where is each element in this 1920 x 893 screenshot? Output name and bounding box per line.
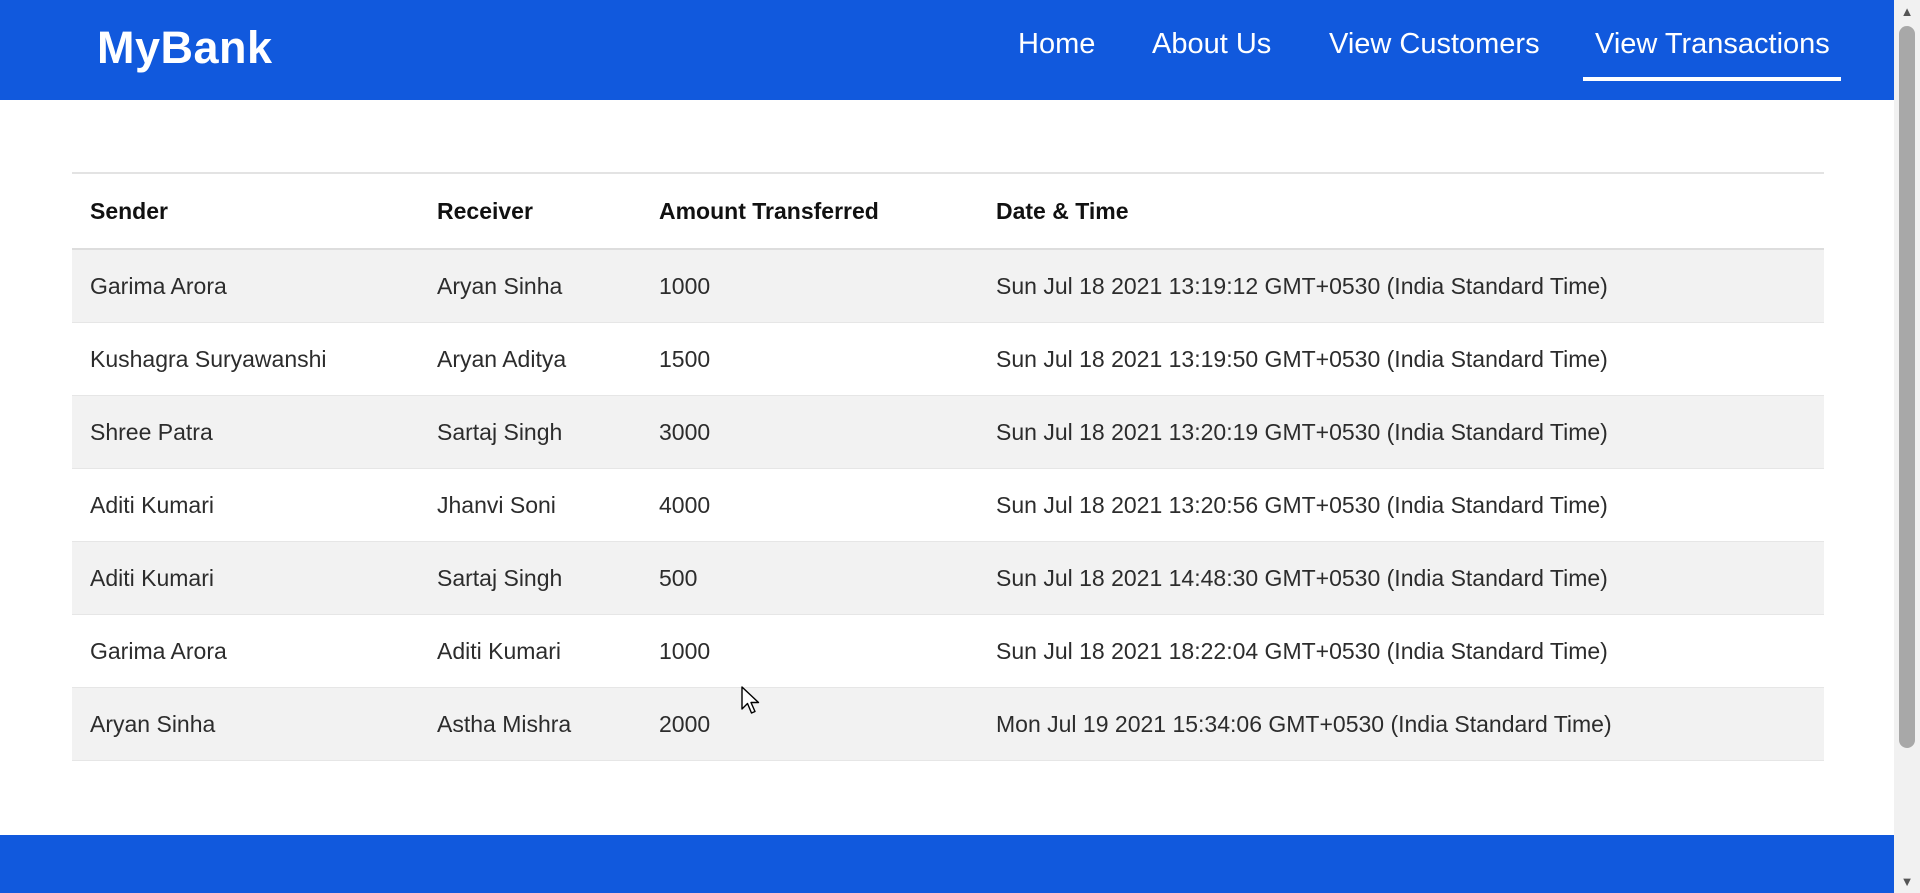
cell-receiver: Sartaj Singh (419, 395, 641, 469)
cell-receiver: Aditi Kumari (419, 614, 641, 688)
cell-amount: 3000 (641, 395, 978, 469)
table-row: Kushagra Suryawanshi Aryan Aditya 1500 Sun … (72, 322, 1824, 396)
nav-about-us[interactable]: About Us (1152, 28, 1271, 61)
cell-date-time: Sun Jul 18 2021 13:19:50 GMT+0530 (India… (978, 322, 1824, 396)
cell-sender: Kushagra Suryawanshi (72, 322, 419, 396)
scrollbar-thumb[interactable] (1899, 26, 1915, 748)
header-sender: Sender (72, 173, 419, 250)
header-date-time: Date & Time (978, 173, 1824, 250)
cell-date-time: Sun Jul 18 2021 13:20:19 GMT+0530 (India… (978, 395, 1824, 469)
scroll-down-arrow-icon[interactable]: ▼ (1898, 874, 1916, 889)
scroll-up-arrow-icon[interactable]: ▲ (1898, 4, 1916, 19)
transactions-table-container: Sender Receiver Amount Transferred Date … (72, 172, 1824, 761)
cell-date-time: Mon Jul 19 2021 15:34:06 GMT+0530 (India… (978, 687, 1824, 761)
table-header-row: Sender Receiver Amount Transferred Date … (72, 173, 1824, 250)
cell-amount: 1000 (641, 249, 978, 323)
cell-date-time: Sun Jul 18 2021 13:19:12 GMT+0530 (India… (978, 249, 1824, 323)
nav-view-customers[interactable]: View Customers (1329, 28, 1540, 61)
table-row: Garima Arora Aditi Kumari 1000 Sun Jul 18 2… (72, 614, 1824, 688)
cell-amount: 1000 (641, 614, 978, 688)
cell-sender: Shree Patra (72, 395, 419, 469)
cell-amount: 4000 (641, 468, 978, 542)
cell-sender: Aditi Kumari (72, 468, 419, 542)
cell-sender: Aryan Sinha (72, 687, 419, 761)
nav-view-transactions[interactable]: View Transactions (1595, 28, 1830, 61)
table-body: Garima Arora Aryan Sinha 1000 Sun Jul 18 20… (72, 249, 1824, 761)
cell-sender: Garima Arora (72, 249, 419, 323)
cell-date-time: Sun Jul 18 2021 13:20:56 GMT+0530 (India… (978, 468, 1824, 542)
cell-sender: Aditi Kumari (72, 541, 419, 615)
cell-date-time: Sun Jul 18 2021 14:48:30 GMT+0530 (India… (978, 541, 1824, 615)
transactions-table: Sender Receiver Amount Transferred Date … (72, 172, 1824, 761)
header-amount: Amount Transferred (641, 173, 978, 250)
nav-home[interactable]: Home (1018, 28, 1095, 61)
cell-amount: 2000 (641, 687, 978, 761)
table-row: Aryan Sinha Astha Mishra 2000 Mon Jul 19 20… (72, 687, 1824, 761)
cell-receiver: Aryan Sinha (419, 249, 641, 323)
header-receiver: Receiver (419, 173, 641, 250)
cell-sender: Garima Arora (72, 614, 419, 688)
active-nav-indicator (1583, 77, 1841, 81)
cell-amount: 1500 (641, 322, 978, 396)
table-row: Aditi Kumari Jhanvi Soni 4000 Sun Jul 18 20… (72, 468, 1824, 542)
navbar: MyBank Home About Us View Customers View… (0, 0, 1894, 100)
table-row: Shree Patra Sartaj Singh 3000 Sun Jul 18 20… (72, 395, 1824, 469)
cell-receiver: Jhanvi Soni (419, 468, 641, 542)
cell-receiver: Sartaj Singh (419, 541, 641, 615)
cell-date-time: Sun Jul 18 2021 18:22:04 GMT+0530 (India… (978, 614, 1824, 688)
brand-logo[interactable]: MyBank (97, 22, 273, 74)
cell-receiver: Astha Mishra (419, 687, 641, 761)
cell-amount: 500 (641, 541, 978, 615)
table-row: Garima Arora Aryan Sinha 1000 Sun Jul 18 20… (72, 249, 1824, 323)
cell-receiver: Aryan Aditya (419, 322, 641, 396)
table-row: Aditi Kumari Sartaj Singh 500 Sun Jul 18 20… (72, 541, 1824, 615)
footer (0, 835, 1894, 893)
mouse-cursor-icon (741, 686, 760, 714)
